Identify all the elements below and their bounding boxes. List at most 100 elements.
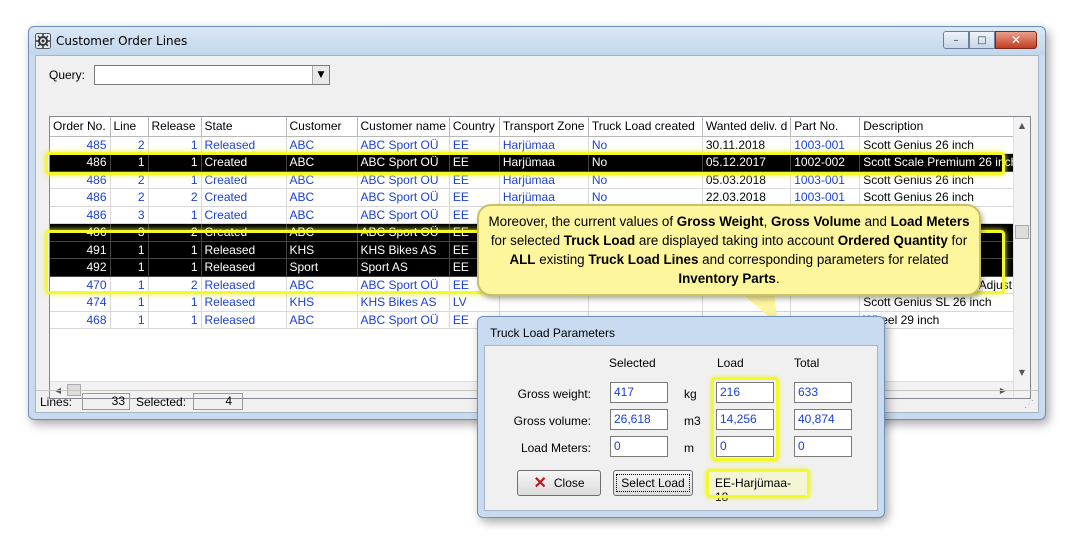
load-column-header: Load [717,356,744,370]
table-cell: 486 [50,153,111,172]
table-cell: 492 [50,258,111,277]
gross-volume-unit: m3 [684,414,701,428]
minimize-button[interactable]: – [943,31,969,49]
select-load-button[interactable]: Select Load [613,470,693,496]
table-cell: 1 [148,171,202,189]
close-window-button[interactable]: ✕ [995,31,1037,49]
table-cell: 1 [110,258,149,277]
table-cell: Sport [286,258,358,277]
column-header[interactable]: State [201,117,287,137]
table-cell: 474 [50,293,111,312]
column-header[interactable]: Line [110,117,149,137]
query-label: Query: [49,68,86,82]
table-cell: 2 [148,188,202,207]
column-header[interactable]: Transport Zone [499,117,589,137]
table-cell: Harjümaa [499,136,589,154]
table-cell: 1 [148,258,202,277]
table-cell: 2 [148,276,202,294]
table-cell: KHS [286,293,358,312]
scroll-up-icon[interactable]: ▲ [1014,117,1030,134]
vertical-scrollbar[interactable]: ▲ ▼ [1013,117,1030,398]
table-cell: 470 [50,276,111,294]
table-cell: EE [449,136,500,154]
column-header[interactable]: Release [148,117,202,137]
table-cell: Scott Genius 26 inch [859,171,1022,189]
column-header[interactable]: Description [859,117,1022,137]
table-cell: 1002-002 [790,153,861,172]
table-cell: 1 [110,311,149,329]
table-cell: Released [201,241,287,259]
load-meters-load-field[interactable]: 0 [716,436,774,457]
table-row[interactable]: 474 1 1 Released KHS KHS Bikes AS LV Scott Geni… [50,293,1022,312]
table-cell: Created [201,223,287,242]
table-header-row: Order No. Line Release State Customer Custome… [50,117,1022,137]
table-cell: 3 [110,206,149,224]
table-cell: 486 [50,206,111,224]
gross-volume-selected-field[interactable]: 26,618 [610,409,668,430]
selected-count-label: Selected: [136,395,187,409]
query-select[interactable]: ▼ [94,65,330,85]
explanation-callout: Moreover, the current values of Gross We… [477,204,981,296]
dialog-title: Truck Load Parameters [490,326,615,340]
column-header[interactable]: Order No. [50,117,111,137]
table-cell: EE [449,171,500,189]
gross-volume-load-field[interactable]: 14,256 [716,409,774,430]
load-meters-total-field[interactable]: 0 [794,436,852,457]
vertical-scroll-thumb[interactable] [1015,225,1029,239]
gross-weight-total-field[interactable]: 633 [794,382,852,403]
callout-text: and corresponding parameters for related [698,252,949,267]
column-header[interactable]: Part No. [790,117,861,137]
table-cell [588,293,703,312]
table-row[interactable]: 485 2 1 Released ABC ABC Sport OÜ EE Harjümaa No… [50,136,1022,154]
load-meters-selected-field[interactable]: 0 [610,436,668,457]
table-cell: 30.11.2018 [702,136,792,154]
table-cell: 2 [148,223,202,242]
table-cell: 1 [148,311,202,329]
table-cell: ABC [286,171,358,189]
gross-weight-load-field[interactable]: 216 [716,382,774,403]
table-cell: ABC [286,223,358,242]
table-cell: 1 [110,293,149,312]
close-button[interactable]: ✕ Close [517,470,601,496]
title-bar[interactable]: Customer Order Lines – □ ✕ [29,27,1045,55]
table-cell: ABC [286,311,358,329]
table-cell: ABC Sport OÜ [357,153,450,172]
lines-count-value: 33 [82,393,130,410]
dropdown-arrow-icon[interactable]: ▼ [312,66,329,84]
column-header[interactable]: Customer [286,117,358,137]
table-cell: No [588,153,703,172]
table-cell: 1 [110,153,149,172]
callout-text: . [775,271,780,286]
table-cell: Released [201,258,287,277]
dialog-body: Selected Load Total Gross weight: 417 kg… [484,345,878,511]
total-column-header: Total [794,356,820,370]
gross-volume-total-field[interactable]: 40,874 [794,409,852,430]
column-header[interactable]: Customer name [357,117,450,137]
load-name-value: EE-Harjümaa-18 [709,472,807,504]
table-cell: 2 [110,136,149,154]
gross-weight-selected-field[interactable]: 417 [610,382,668,403]
resize-grip-icon[interactable]: ⋰ [1024,399,1034,410]
table-cell: KHS Bikes AS [357,293,450,312]
table-cell: 1 [110,276,149,294]
table-cell: Scott Scale Premium 26 inch [859,153,1022,172]
table-cell: ABC [286,188,358,207]
maximize-button[interactable]: □ [969,31,995,49]
table-cell: KHS [286,241,358,259]
table-cell: 1 [148,153,202,172]
callout-bold-text: Inventory Parts [678,271,776,286]
table-cell: No [588,136,703,154]
scroll-down-icon[interactable]: ▼ [1014,364,1030,381]
column-header[interactable]: Wanted deliv. d [702,117,792,137]
table-cell [499,293,589,312]
callout-text: existing [535,252,589,267]
table-row[interactable]: 486 2 1 Created ABC ABC Sport OÜ EE Harjümaa No 0… [50,171,1022,189]
gross-weight-label: Gross weight: [517,387,591,401]
table-cell: 1 [148,241,202,259]
close-button-label: Close [553,476,585,490]
table-cell: EE [449,153,500,172]
column-header[interactable]: Country [449,117,500,137]
table-row[interactable]: 486 1 1 Created ABC ABC Sport OÜ EE Harjümaa No 0… [50,153,1022,172]
column-header[interactable]: Truck Load created [588,117,703,137]
table-cell: 2 [110,171,149,189]
